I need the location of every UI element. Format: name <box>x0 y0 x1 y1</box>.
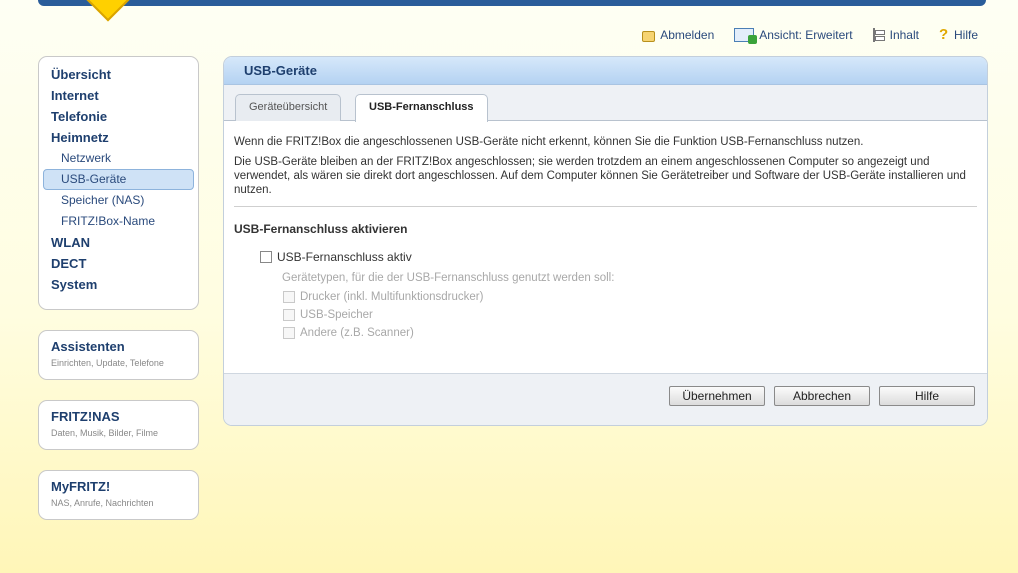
usb-storage-option-label: USB-Speicher <box>300 309 373 321</box>
logout-icon <box>642 31 656 42</box>
header-links: Abmelden Ansicht: Erweitert Inhalt ? Hil… <box>642 25 978 44</box>
sidebar-item-storage-nas[interactable]: Speicher (NAS) <box>39 190 198 211</box>
sidebar-item-wlan[interactable]: WLAN <box>39 232 198 253</box>
sidebar-item-system[interactable]: System <box>39 274 198 295</box>
section-title: USB-Fernanschluss aktivieren <box>234 222 408 236</box>
help-link[interactable]: ? Hilfe <box>938 25 978 43</box>
tab-bar: Geräteübersicht USB-Fernanschluss <box>224 85 987 122</box>
button-bar: Übernehmen Abbrechen Hilfe <box>224 373 987 425</box>
page-title: USB-Geräte <box>224 57 987 85</box>
apply-button[interactable]: Übernehmen <box>669 386 765 406</box>
view-label: Ansicht: Erweitert <box>759 27 853 42</box>
printer-checkbox <box>283 291 295 303</box>
card-subtitle: Daten, Musik, Bilder, Filme <box>51 428 159 438</box>
sidebar-item-network[interactable]: Netzwerk <box>39 148 198 169</box>
printer-option-label: Drucker (inkl. Multifunktionsdrucker) <box>300 291 484 303</box>
contents-link[interactable]: Inhalt <box>872 27 919 42</box>
top-banner <box>38 0 986 6</box>
tab-device-overview[interactable]: Geräteübersicht <box>235 94 342 121</box>
intro-text-1: Wenn die FRITZ!Box die angeschlossenen U… <box>234 136 864 148</box>
myfritz-card[interactable]: MyFRITZ! NAS, Anrufe, Nachrichten <box>38 470 199 520</box>
usb-storage-option-row: USB-Speicher <box>283 306 977 324</box>
lightbulb-icon: ? <box>938 25 949 43</box>
contents-label: Inhalt <box>889 27 919 42</box>
other-devices-option-label: Andere (z.B. Scanner) <box>300 327 414 339</box>
other-devices-checkbox <box>283 327 295 339</box>
sidebar-item-overview[interactable]: Übersicht <box>39 64 198 85</box>
logout-label: Abmelden <box>660 27 715 42</box>
card-subtitle: Einrichten, Update, Telefone <box>51 358 164 368</box>
card-title: FRITZ!NAS <box>51 409 120 424</box>
other-devices-option-row: Andere (z.B. Scanner) <box>283 324 977 342</box>
usb-remote-checkbox-label: USB-Fernanschluss aktiv <box>277 250 412 264</box>
usb-storage-checkbox <box>283 309 295 321</box>
printer-option-row: Drucker (inkl. Multifunktionsdrucker) <box>283 288 977 306</box>
cancel-button[interactable]: Abbrechen <box>774 386 870 406</box>
usb-remote-checkbox[interactable] <box>260 251 272 263</box>
fritz-logo-icon[interactable] <box>82 0 134 22</box>
logout-link[interactable]: Abmelden <box>642 27 714 42</box>
device-types-hint: Gerätetypen, für die der USB-Fernanschlu… <box>282 272 615 284</box>
sidebar-item-dect[interactable]: DECT <box>39 253 198 274</box>
sitemap-icon <box>872 27 885 42</box>
fritznas-card[interactable]: FRITZ!NAS Daten, Musik, Bilder, Filme <box>38 400 199 450</box>
card-subtitle: NAS, Anrufe, Nachrichten <box>51 498 154 508</box>
card-title: Assistenten <box>51 339 125 354</box>
view-mode-link[interactable]: Ansicht: Erweitert <box>734 27 853 44</box>
assistants-card[interactable]: Assistenten Einrichten, Update, Telefone <box>38 330 199 380</box>
tab-content: Wenn die FRITZ!Box die angeschlossenen U… <box>224 121 987 342</box>
divider <box>234 206 977 207</box>
view-icon <box>734 27 758 44</box>
help-button[interactable]: Hilfe <box>879 386 975 406</box>
help-label: Hilfe <box>953 27 978 42</box>
sidebar-item-internet[interactable]: Internet <box>39 85 198 106</box>
usb-remote-checkbox-row[interactable]: USB-Fernanschluss aktiv <box>260 248 977 266</box>
sidebar-item-usb-devices[interactable]: USB-Geräte <box>43 169 194 190</box>
tab-usb-remote-connection[interactable]: USB-Fernanschluss <box>355 94 488 122</box>
intro-text-2: Die USB-Geräte bleiben an der FRITZ!Box … <box>234 156 966 196</box>
sidebar-nav: Übersicht Internet Telefonie Heimnetz Ne… <box>38 56 199 310</box>
card-title: MyFRITZ! <box>51 479 111 494</box>
main-panel: USB-Geräte Geräteübersicht USB-Fernansch… <box>223 56 988 426</box>
sidebar-item-telephony[interactable]: Telefonie <box>39 106 198 127</box>
sidebar-item-home-network[interactable]: Heimnetz <box>39 127 198 148</box>
sidebar-item-fritzbox-name[interactable]: FRITZ!Box-Name <box>39 211 198 232</box>
